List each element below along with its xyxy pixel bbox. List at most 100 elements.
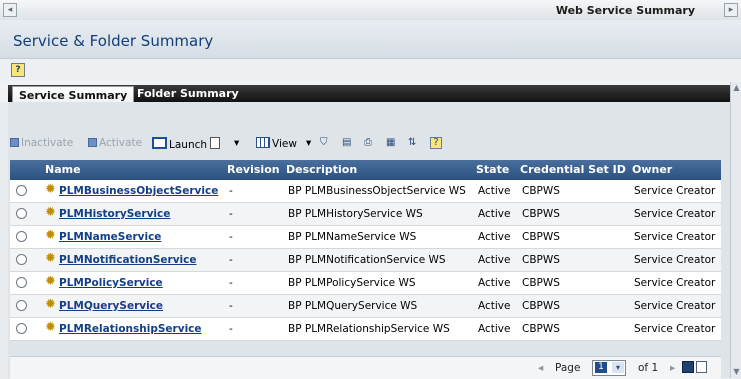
service-icon: ✹ [45,297,56,312]
previous-page-icon[interactable]: ◂ [538,362,543,374]
table-row[interactable]: ✹ PLMQueryService - BP PLMQueryService W… [10,295,721,318]
single-page-view-icon[interactable] [682,361,694,373]
description-cell: BP PLMNotificationService WS [288,254,446,266]
description-cell: BP PLMRelationshipService WS [288,323,450,335]
credential-cell: CBPWS [522,185,560,197]
more-actions-dropdown[interactable]: ▾ [234,137,239,149]
toolbar-help-icon[interactable]: ? [430,137,442,149]
description-cell: BP PLMHistoryService WS [288,208,423,220]
description-cell: BP PLMBusinessObjectService WS [288,185,466,197]
revision-cell: - [229,208,233,220]
row-select-radio[interactable] [16,277,27,288]
owner-cell: Service Creator [634,277,716,289]
column-header-state[interactable]: State [476,163,509,176]
credential-cell: CBPWS [522,277,560,289]
page-select[interactable]: 1 ▾ [592,360,626,376]
view-dropdown[interactable]: ▾ [306,137,311,149]
owner-cell: Service Creator [634,185,716,197]
credential-cell: CBPWS [522,208,560,220]
description-cell: BP PLMPolicyService WS [288,277,416,289]
table-row[interactable]: ✹ PLMHistoryService - BP PLMHistoryServi… [10,203,721,226]
service-name-link[interactable]: PLMNotificationService [59,254,197,266]
credential-cell: CBPWS [522,254,560,266]
column-header-revision[interactable]: Revision [227,163,280,176]
row-select-radio[interactable] [16,185,27,196]
page-header: Service & Folder Summary [0,20,741,58]
column-header-name[interactable]: Name [45,163,81,176]
row-select-radio[interactable] [16,300,27,311]
service-icon: ✹ [45,182,56,197]
revision-cell: - [229,231,233,243]
view-grid-icon [256,137,270,148]
revision-cell: - [229,323,233,335]
window-titlebar: ◂ Web Service Summary ▸ [0,0,741,21]
chevron-down-icon: ▾ [612,362,624,373]
table-row[interactable]: ✹ PLMPolicyService - BP PLMPolicyService… [10,272,721,295]
launch-window-icon [152,137,167,149]
page-count-label: of 1 [638,362,659,374]
scroll-down-icon[interactable]: ▼ [731,366,741,378]
owner-cell: Service Creator [634,300,716,312]
activate-button[interactable]: Activate [88,137,142,149]
service-name-link[interactable]: PLMQueryService [59,300,163,312]
page-label: Page [555,362,581,374]
revision-cell: - [229,254,233,266]
multi-page-view-icon[interactable] [696,361,707,373]
service-name-link[interactable]: PLMRelationshipService [59,323,202,335]
help-icon[interactable]: ? [11,63,25,77]
export-icon[interactable]: ▦ [386,137,395,148]
inactivate-button[interactable]: Inactivate [10,137,73,149]
vertical-scrollbar[interactable]: ▲ ▼ [730,82,741,378]
credential-cell: CBPWS [522,300,560,312]
service-name-link[interactable]: PLMPolicyService [59,277,163,289]
view-label: View [272,138,297,150]
table-row[interactable]: ✹ PLMRelationshipService - BP PLMRelatio… [10,318,721,341]
description-cell: BP PLMNameService WS [288,231,417,243]
next-page-icon[interactable]: ▸ [670,362,675,374]
table-row[interactable]: ✹ PLMNameService - BP PLMNameService WS … [10,226,721,249]
activate-label: Activate [99,137,143,149]
page-title: Service & Folder Summary [13,32,214,50]
scroll-up-icon[interactable]: ▲ [731,82,741,94]
table-row[interactable]: ✹ PLMNotificationService - BP PLMNotific… [10,249,721,272]
owner-cell: Service Creator [634,323,716,335]
table-row[interactable]: ✹ PLMBusinessObjectService - BP PLMBusin… [10,180,721,203]
state-cell: Active [478,185,511,197]
state-cell: Active [478,231,511,243]
service-name-link[interactable]: PLMNameService [59,231,161,243]
print-icon[interactable]: ⎙ [364,137,372,148]
row-select-radio[interactable] [16,323,27,334]
credential-cell: CBPWS [522,231,560,243]
filter-icon[interactable]: ⛉ [320,137,328,148]
current-page-value: 1 [595,362,607,373]
column-header-description[interactable]: Description [286,163,357,176]
tab-folder-summary[interactable]: Folder Summary [131,85,245,102]
service-icon: ✹ [45,274,56,289]
column-settings-icon[interactable]: ▤ [342,137,351,148]
forward-arrow-icon[interactable]: ▸ [724,3,738,17]
help-bar: ? [0,58,741,82]
view-menu-button[interactable]: View [256,137,297,150]
service-name-link[interactable]: PLMHistoryService [59,208,170,220]
service-name-link[interactable]: PLMBusinessObjectService [59,185,218,197]
column-header-owner[interactable]: Owner [632,163,672,176]
row-select-radio[interactable] [16,254,27,265]
row-select-radio[interactable] [16,231,27,242]
new-document-button[interactable] [210,137,222,151]
revision-cell: - [229,185,233,197]
revision-cell: - [229,300,233,312]
document-icon [210,137,220,149]
state-cell: Active [478,323,511,335]
launch-button[interactable]: Launch [152,137,207,151]
table-toolbar: Inactivate Activate Launch ▾ View ▾ ⛉ ▤ … [10,133,720,155]
window-title: Web Service Summary [555,4,695,17]
owner-cell: Service Creator [634,231,716,243]
row-select-radio[interactable] [16,208,27,219]
state-cell: Active [478,300,511,312]
sort-icon[interactable]: ⇅ [408,137,416,148]
back-arrow-icon[interactable]: ◂ [3,3,17,17]
service-icon: ✹ [45,251,56,266]
column-header-credential-set-id[interactable]: Credential Set ID [520,163,626,176]
inactivate-icon [10,138,19,147]
service-icon: ✹ [45,205,56,220]
